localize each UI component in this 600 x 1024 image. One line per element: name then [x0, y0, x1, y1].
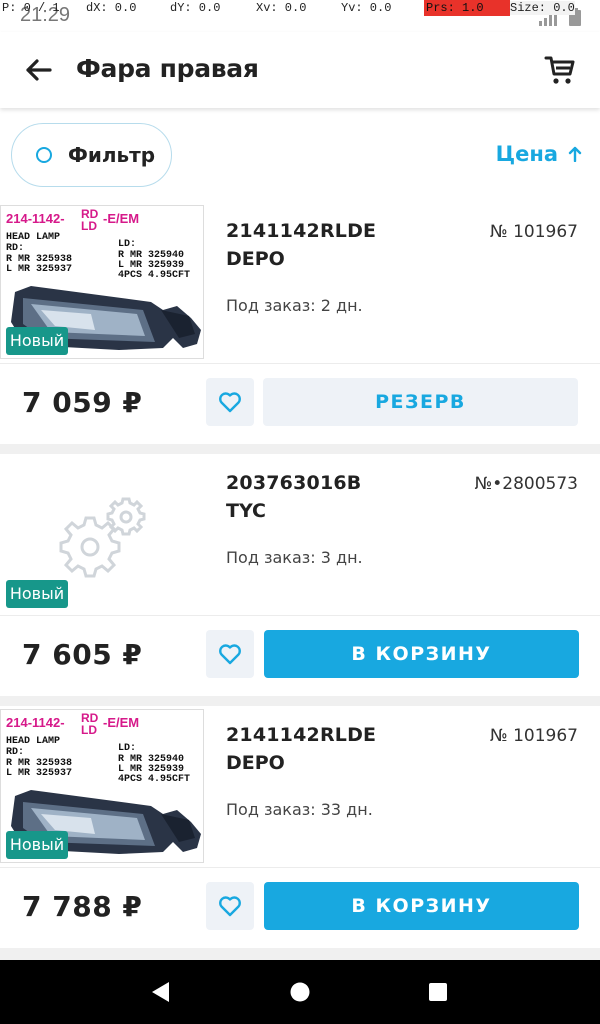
product-sku: 2141142RLDE [226, 220, 377, 242]
svg-text:LD:: LD: [118, 743, 136, 754]
svg-text:HEAD LAMP: HEAD LAMP [6, 232, 60, 243]
svg-text:-E/EM: -E/EM [103, 211, 139, 226]
pointer-debug-overlay: P: 0 / 1 dX: 0.0 dY: 0.0 Xv: 0.0 Yv: 0.0… [0, 0, 600, 16]
product-number: № 101967 [490, 222, 578, 242]
svg-text:4PCS 4.95CFT: 4PCS 4.95CFT [118, 774, 190, 785]
product-sku: 203763016B [226, 472, 362, 494]
product-price: 7 059 ₽ [22, 386, 143, 419]
divider [0, 867, 600, 868]
app-bar: Фара правая [0, 32, 600, 108]
add-to-cart-button[interactable]: В КОРЗИНУ [264, 630, 579, 678]
svg-text:LD: LD [81, 723, 97, 737]
debug-dx: dX: 0.0 [86, 1, 137, 15]
system-nav-bar [0, 960, 600, 1024]
divider [0, 363, 600, 364]
svg-text:214-1142-: 214-1142- [6, 715, 65, 730]
nav-home-button[interactable] [280, 976, 320, 1008]
heart-icon [219, 644, 241, 665]
radio-circle-icon [36, 147, 52, 163]
delivery-time: Под заказ: 2 дн. [226, 296, 363, 315]
debug-dy: dY: 0.0 [170, 1, 221, 15]
debug-yv: Yv: 0.0 [341, 1, 392, 15]
reserve-button[interactable]: РЕЗЕРВ [263, 378, 578, 426]
add-to-cart-button[interactable]: В КОРЗИНУ [264, 882, 579, 930]
delivery-time: Под заказ: 3 дн. [226, 548, 363, 567]
sort-label: Цена [495, 142, 558, 166]
product-card[interactable]: 214-1142- RD LD -E/EM HEAD LAMP RD: R MR… [0, 202, 600, 444]
svg-text:214-1142-: 214-1142- [6, 211, 65, 226]
svg-text:LD: LD [81, 219, 97, 233]
favorite-button[interactable] [206, 630, 254, 678]
product-price: 7 605 ₽ [22, 638, 143, 671]
debug-p: P: 0 / 1 [2, 1, 60, 15]
cart-icon [544, 56, 575, 84]
debug-xv: Xv: 0.0 [256, 1, 307, 15]
delivery-time: Под заказ: 33 дн. [226, 800, 373, 819]
divider [0, 615, 600, 616]
heart-icon [219, 896, 241, 917]
product-sku: 2141142RLDE [226, 724, 377, 746]
svg-text:L MR 325937: L MR 325937 [6, 768, 72, 779]
product-number: №•2800573 [474, 474, 578, 494]
svg-text:L MR 325937: L MR 325937 [6, 264, 72, 275]
cart-button[interactable] [538, 48, 582, 92]
arrow-left-icon [26, 59, 52, 81]
svg-text:HEAD LAMP: HEAD LAMP [6, 736, 60, 747]
product-card[interactable]: 214-1142- RD LD -E/EM HEAD LAMP RD: R MR… [0, 706, 600, 948]
product-brand: DEPO [226, 752, 285, 774]
nav-recents-button[interactable] [418, 976, 458, 1008]
product-brand: DEPO [226, 248, 285, 270]
arrow-up-icon [568, 146, 582, 162]
svg-text:RD:: RD: [6, 747, 24, 758]
page-title: Фара правая [76, 54, 259, 83]
triangle-back-icon [152, 982, 169, 1002]
svg-text:4PCS 4.95CFT: 4PCS 4.95CFT [118, 270, 190, 281]
svg-text:RD:: RD: [6, 243, 24, 254]
circle-home-icon [290, 982, 310, 1002]
svg-text:-E/EM: -E/EM [103, 715, 139, 730]
sort-by-price-button[interactable]: Цена [496, 142, 582, 166]
square-recents-icon [429, 983, 447, 1001]
nav-back-button[interactable] [140, 976, 180, 1008]
new-badge: Новый [6, 831, 68, 859]
svg-text:LD:: LD: [118, 239, 136, 250]
product-brand: TYC [226, 500, 266, 522]
debug-size: Size: 0.0 [510, 1, 575, 15]
new-badge: Новый [6, 327, 68, 355]
product-card[interactable]: Новый 203763016B TYC №•2800573 Под заказ… [0, 454, 600, 696]
debug-prs: Prs: 1.0 [424, 0, 510, 16]
favorite-button[interactable] [206, 882, 254, 930]
filter-row: Фильтр Цена [0, 108, 600, 202]
heart-icon [219, 392, 241, 413]
filter-label: Фильтр [68, 143, 156, 167]
favorite-button[interactable] [206, 378, 254, 426]
product-number: № 101967 [490, 726, 578, 746]
product-price: 7 788 ₽ [22, 890, 143, 923]
filter-button[interactable]: Фильтр [11, 123, 172, 187]
back-button[interactable] [16, 50, 60, 90]
new-badge: Новый [6, 580, 68, 608]
